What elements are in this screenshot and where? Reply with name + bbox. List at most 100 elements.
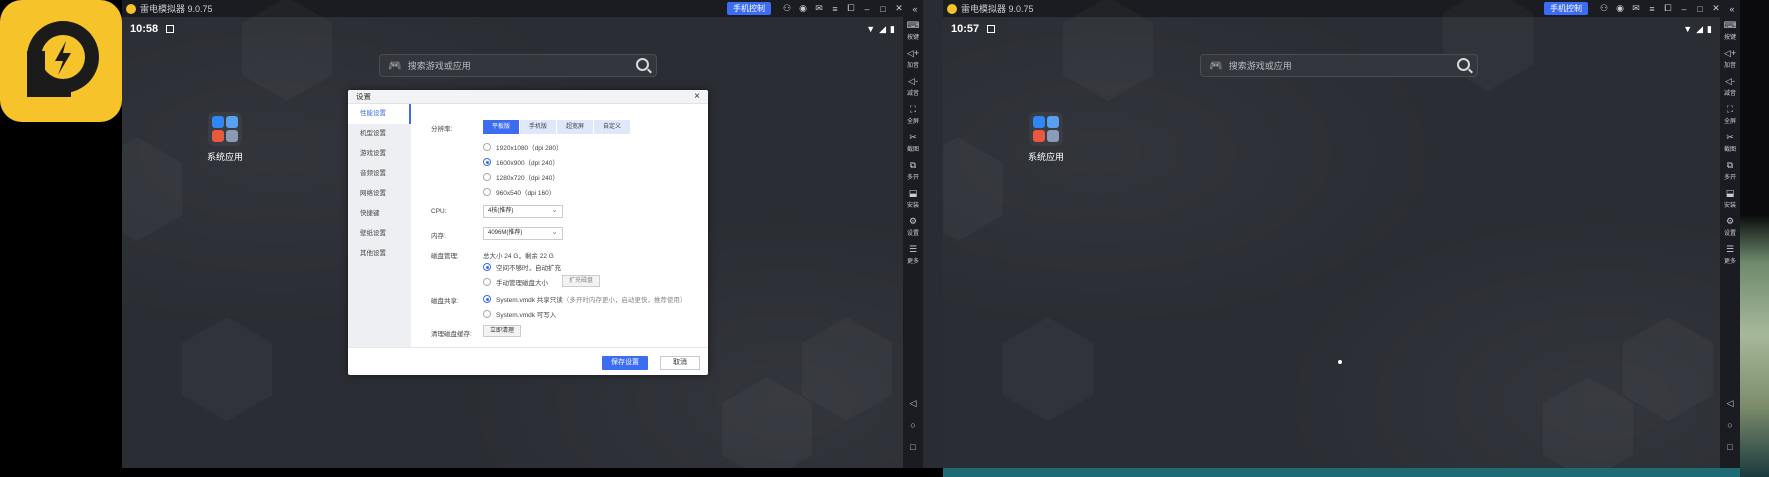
wifi-icon: ▼ bbox=[866, 24, 876, 34]
toolbar-multi-open[interactable]: ⧉ 多开 bbox=[903, 157, 923, 185]
ldplayer-logo bbox=[0, 0, 122, 122]
window-gap bbox=[923, 0, 943, 468]
toolbar-settings[interactable]: ⚙ 设置 bbox=[903, 213, 923, 241]
recent-apps-icon[interactable]: □ bbox=[1720, 442, 1740, 452]
system-apps-folder[interactable] bbox=[1029, 112, 1063, 146]
settings-icon: ⚙ bbox=[908, 216, 918, 226]
mail-icon[interactable]: ✉ bbox=[1628, 3, 1644, 14]
back-icon[interactable]: ◁ bbox=[903, 398, 923, 409]
memory-select[interactable]: 4096M(推荐) bbox=[483, 226, 563, 240]
cpu-select[interactable]: 4核(推荐) bbox=[483, 204, 563, 218]
sidebar-item-shortcuts[interactable]: 快捷键 bbox=[348, 204, 411, 224]
search-bar[interactable]: 🎮 搜索游戏或应用 bbox=[1200, 54, 1478, 77]
sidebar-item-audio[interactable]: 音频设置 bbox=[348, 164, 411, 184]
cancel-button[interactable]: 取消 bbox=[660, 356, 700, 370]
resolution-option[interactable]: 1920x1080（dpi 280） bbox=[483, 142, 563, 152]
collapse-icon[interactable]: « bbox=[1724, 4, 1740, 14]
search-icon[interactable] bbox=[1457, 58, 1470, 71]
sidebar-item-wallpaper[interactable]: 壁纸设置 bbox=[348, 224, 411, 244]
minimize-icon[interactable]: – bbox=[859, 4, 875, 14]
sidebar-item-game[interactable]: 游戏设置 bbox=[348, 144, 411, 164]
close-icon[interactable]: × bbox=[694, 91, 700, 102]
minimize-icon[interactable]: – bbox=[1676, 4, 1692, 14]
menu-icon[interactable]: ≡ bbox=[827, 4, 843, 14]
tab-custom[interactable]: 自定义 bbox=[594, 120, 631, 134]
disk-manual-option[interactable]: 手动管理磁盘大小 bbox=[483, 277, 548, 287]
user-icon[interactable]: ◉ bbox=[795, 3, 811, 14]
toolbar-volume-up[interactable]: ◁+ 加音 bbox=[903, 45, 923, 73]
scissors-icon: ✂ bbox=[1726, 132, 1734, 142]
disk-auto-expand-option[interactable]: 空间不够时，自动扩充 bbox=[483, 262, 561, 272]
notification-icon bbox=[166, 25, 175, 33]
toolbar-fullscreen[interactable]: ⛶ 全屏 bbox=[1720, 101, 1740, 129]
home-icon[interactable]: ○ bbox=[903, 420, 923, 430]
user-icon[interactable]: ◉ bbox=[1612, 3, 1628, 14]
share-readonly-option[interactable]: System.vmdk 共享只读 （多开时内存更小，启动更快，推荐使用） bbox=[483, 294, 686, 304]
mail-icon[interactable]: ✉ bbox=[811, 3, 827, 14]
expand-disk-button[interactable]: 扩充磁盘 bbox=[562, 275, 601, 287]
clear-cache-button[interactable]: 立即清理 bbox=[483, 325, 522, 337]
resolution-option[interactable]: 1280x720（dpi 240） bbox=[483, 172, 559, 182]
menu-icon[interactable]: ≡ bbox=[1644, 4, 1660, 14]
save-button[interactable]: 保存设置 bbox=[602, 356, 648, 370]
tab-ultrawide[interactable]: 超宽屏 bbox=[557, 120, 594, 134]
sidebar-item-model[interactable]: 机型设置 bbox=[348, 124, 411, 144]
toolbar-install[interactable]: ⬓ 安装 bbox=[903, 185, 923, 213]
system-apps-folder[interactable] bbox=[208, 112, 242, 146]
collapse-icon[interactable]: « bbox=[907, 4, 923, 14]
restore-icon[interactable]: ⧠ bbox=[843, 3, 859, 14]
toolbar-keyboard[interactable]: ⌨ 按键 bbox=[903, 17, 923, 45]
toolbar-screenshot[interactable]: ✂ 截图 bbox=[1720, 129, 1740, 157]
tab-tablet[interactable]: 平板版 bbox=[483, 120, 520, 134]
toolbar-more[interactable]: ☰ 更多 bbox=[903, 241, 923, 269]
gamepad-icon: 🎮 bbox=[1209, 60, 1223, 72]
emulator-window-left: 雷电模拟器 9.0.75 手机控制 ⚇ ◉ ✉ ≡ ⧠ – □ ✕ « 10:5… bbox=[122, 0, 923, 468]
toolbar-volume-up[interactable]: ◁+ 加音 bbox=[1720, 45, 1740, 73]
restore-icon[interactable]: ⧠ bbox=[1660, 3, 1676, 14]
sidebar-item-performance[interactable]: 性能设置 bbox=[348, 104, 411, 124]
multi-open-icon: ⧉ bbox=[1726, 160, 1734, 170]
dialog-footer: 保存设置 取消 bbox=[348, 347, 708, 375]
toolbar-keyboard[interactable]: ⌨ 按键 bbox=[1720, 17, 1740, 45]
volume-up-icon: ◁+ bbox=[906, 48, 920, 58]
toolbar-volume-down[interactable]: ◁- 减音 bbox=[1720, 73, 1740, 101]
resolution-option-selected[interactable]: 1600x900（dpi 240） bbox=[483, 157, 559, 167]
resolution-option[interactable]: 960x540（dpi 160） bbox=[483, 187, 555, 197]
toolbar-screenshot[interactable]: ✂ 截图 bbox=[903, 129, 923, 157]
toolbar-volume-down[interactable]: ◁- 减音 bbox=[903, 73, 923, 101]
toolbar-fullscreen[interactable]: ⛶ 全屏 bbox=[903, 101, 923, 129]
toolbar-install[interactable]: ⬓ 安装 bbox=[1720, 185, 1740, 213]
install-icon: ⬓ bbox=[1725, 188, 1735, 198]
app-logo-icon bbox=[947, 3, 957, 14]
maximize-icon[interactable]: □ bbox=[875, 4, 891, 14]
toolbar-settings[interactable]: ⚙ 设置 bbox=[1720, 213, 1740, 241]
app-label: 系统应用 bbox=[206, 152, 243, 162]
home-icon[interactable]: ○ bbox=[1720, 420, 1740, 430]
maximize-icon[interactable]: □ bbox=[1692, 4, 1708, 14]
keyboard-icon: ⌨ bbox=[1723, 20, 1737, 30]
fullscreen-icon: ⛶ bbox=[909, 104, 917, 114]
gamepad-icon[interactable]: ⚇ bbox=[1596, 3, 1612, 14]
toolbar-multi-open[interactable]: ⧉ 多开 bbox=[1720, 157, 1740, 185]
sidebar-item-other[interactable]: 其他设置 bbox=[348, 244, 411, 264]
back-icon[interactable]: ◁ bbox=[1720, 398, 1740, 409]
clear-cache-label: 清理磁盘缓存: bbox=[431, 331, 472, 338]
close-icon[interactable]: ✕ bbox=[1708, 3, 1724, 14]
gamepad-icon[interactable]: ⚇ bbox=[779, 3, 795, 14]
dialog-title: 设置 bbox=[356, 92, 371, 101]
close-icon[interactable]: ✕ bbox=[891, 3, 907, 14]
sidebar-item-network[interactable]: 网络设置 bbox=[348, 184, 411, 204]
tab-phone[interactable]: 手机版 bbox=[520, 120, 557, 134]
search-bar[interactable]: 🎮 搜索游戏或应用 bbox=[379, 54, 657, 77]
app-logo-icon bbox=[126, 3, 136, 14]
share-writable-option[interactable]: System.vmdk 可写入 bbox=[483, 309, 556, 319]
search-icon[interactable] bbox=[636, 58, 649, 71]
phone-control-button[interactable]: 手机控制 bbox=[727, 2, 771, 15]
phone-control-button[interactable]: 手机控制 bbox=[1544, 2, 1588, 15]
app-label: 系统应用 bbox=[1027, 152, 1064, 162]
background-hex bbox=[1443, 0, 1533, 91]
gamepad-icon: 🎮 bbox=[388, 60, 402, 72]
cpu-label: CPU: bbox=[431, 208, 447, 215]
recent-apps-icon[interactable]: □ bbox=[903, 442, 923, 452]
toolbar-more[interactable]: ☰ 更多 bbox=[1720, 241, 1740, 269]
